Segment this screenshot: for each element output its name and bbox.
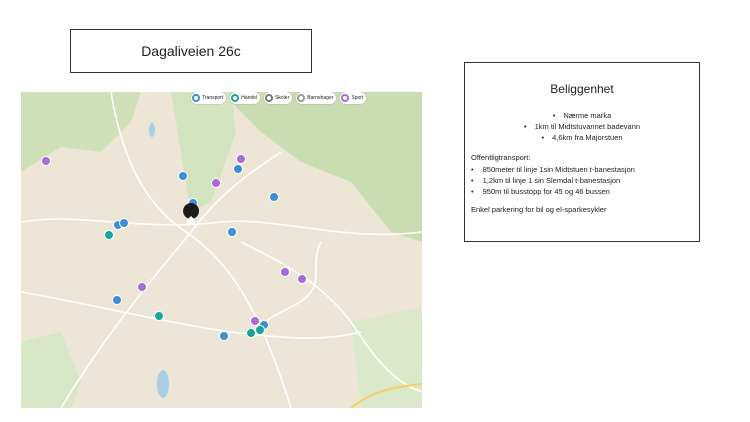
location-info-box: Beliggenhet Nærme marka 1km til Midtstuv… <box>464 62 700 242</box>
legend-label: Sport <box>351 95 364 101</box>
map-canvas <box>21 92 422 408</box>
transport-heading: Offentligtransport: <box>471 153 531 162</box>
highlights-list: Nærme marka 1km til Midtstuvannet badeva… <box>465 110 699 143</box>
legend-handel[interactable]: Handel <box>230 92 261 104</box>
legend-label: Handel <box>241 95 258 101</box>
info-title: Beliggenhet <box>550 82 614 96</box>
legend-label: Barnehager <box>307 95 334 101</box>
legend-transport[interactable]: Transport <box>191 92 227 104</box>
bus-icon <box>192 94 200 102</box>
map-legend: Transport Handel Skoler Barnehager Sport <box>191 92 367 104</box>
list-item: 850meter til linje 1sin Midtstuen t-bane… <box>471 164 699 175</box>
address-title: Dagaliveien 26c <box>141 43 241 59</box>
school-icon <box>265 94 274 102</box>
sport-icon <box>341 94 350 102</box>
list-item: 1km til Midtstuvannet badevann <box>465 121 699 132</box>
legend-barnehager[interactable]: Barnehager <box>296 92 337 104</box>
list-item: 4,6km fra Majorstuen <box>465 132 699 143</box>
parking-note: Enkel parkering for bil og el-sparkesykl… <box>471 205 607 214</box>
transport-list: 850meter til linje 1sin Midtstuen t-bane… <box>471 164 699 197</box>
home-icon <box>183 203 200 231</box>
address-title-box: Dagaliveien 26c <box>70 29 312 73</box>
legend-sport[interactable]: Sport <box>340 92 367 104</box>
legend-label: Skoler <box>275 95 290 101</box>
legend-skoler[interactable]: Skoler <box>264 92 293 104</box>
list-item: 1,2km til linje 1 sin Slemdal t-banestas… <box>471 175 699 186</box>
legend-label: Transport <box>202 95 224 101</box>
kindergarten-icon <box>297 94 306 102</box>
list-item: 950m til busstopp for 45 og 46 bussen <box>471 186 699 197</box>
cart-icon <box>231 94 240 102</box>
list-item: Nærme marka <box>465 110 699 121</box>
map-panel[interactable]: Transport Handel Skoler Barnehager Sport <box>21 92 422 408</box>
